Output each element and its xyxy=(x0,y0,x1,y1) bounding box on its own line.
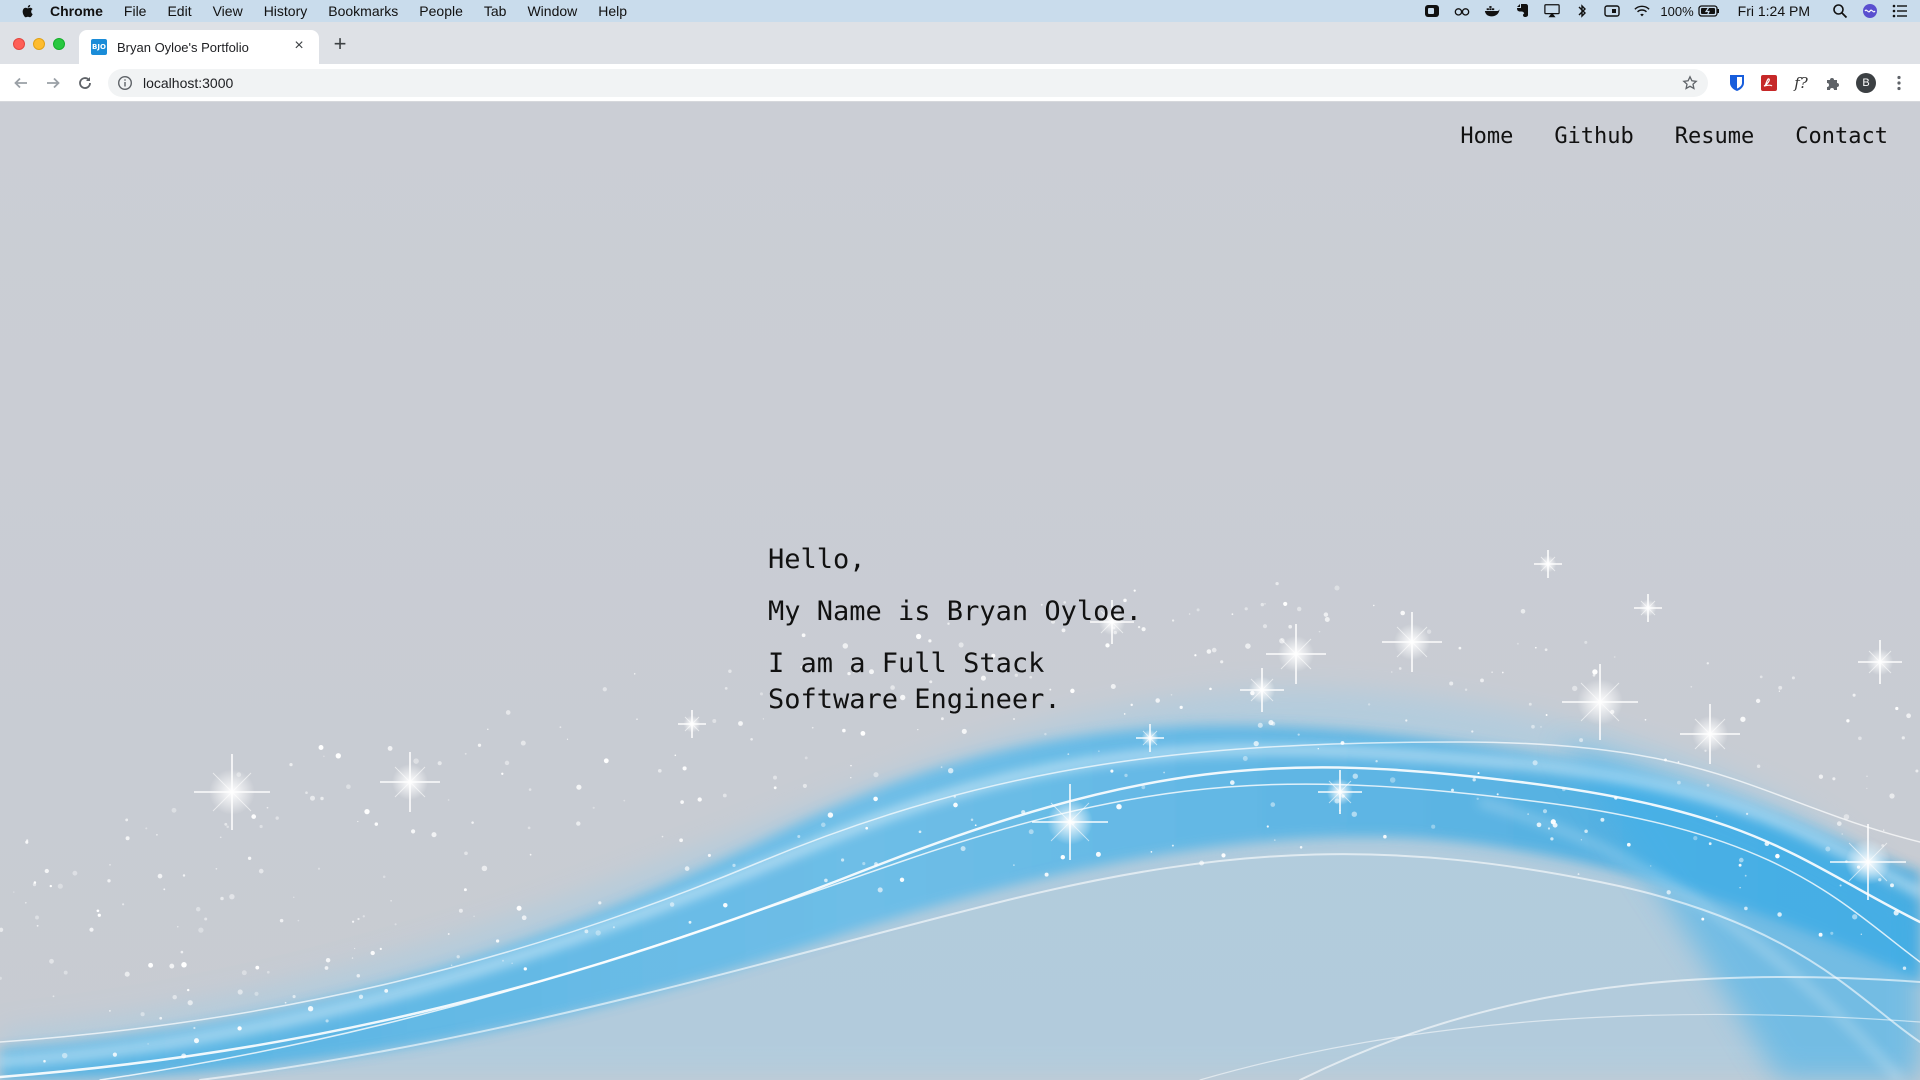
siri-icon[interactable] xyxy=(1862,3,1878,19)
menu-clock[interactable]: Fri 1:24 PM xyxy=(1738,3,1810,19)
bitwarden-extension-icon[interactable] xyxy=(1728,74,1746,92)
bookmark-star-icon[interactable] xyxy=(1682,75,1698,91)
tab-title: Bryan Oyloe's Portfolio xyxy=(117,39,249,55)
nav-link-contact[interactable]: Contact xyxy=(1795,124,1888,149)
reload-button[interactable] xyxy=(75,73,95,93)
arrow-right-icon xyxy=(47,77,60,89)
macos-menu-bar: Chrome File Edit View History Bookmarks … xyxy=(0,0,1920,22)
menu-people[interactable]: People xyxy=(419,3,463,19)
glasses-icon[interactable] xyxy=(1454,3,1470,19)
menu-tab[interactable]: Tab xyxy=(484,3,507,19)
menu-window[interactable]: Window xyxy=(527,3,577,19)
nav-link-home[interactable]: Home xyxy=(1460,124,1513,149)
menu-bookmarks[interactable]: Bookmarks xyxy=(328,3,398,19)
back-button[interactable] xyxy=(11,73,31,93)
bluetooth-icon[interactable] xyxy=(1574,3,1590,19)
battery-percent: 100% xyxy=(1660,3,1694,19)
site-favicon-icon: BJO xyxy=(91,39,107,55)
site-info-icon[interactable] xyxy=(117,75,133,91)
forward-button[interactable] xyxy=(43,73,63,93)
window-close-button[interactable] xyxy=(13,38,25,50)
url-text[interactable]: localhost:3000 xyxy=(143,75,233,91)
browser-tab-strip: BJO Bryan Oyloe's Portfolio × + xyxy=(0,22,1920,64)
apple-icon[interactable] xyxy=(20,3,36,19)
wifi-icon[interactable] xyxy=(1634,3,1650,19)
menu-app-name[interactable]: Chrome xyxy=(50,3,103,19)
browser-tab-active[interactable]: BJO Bryan Oyloe's Portfolio × xyxy=(79,30,319,64)
battery-icon[interactable] xyxy=(1697,3,1720,19)
new-tab-button[interactable]: + xyxy=(330,33,350,55)
portfolio-page: Home Github Resume Contact Hello, My Nam… xyxy=(0,102,1920,1080)
sparkle-wave-background xyxy=(0,102,1920,1080)
menu-history[interactable]: History xyxy=(264,3,308,19)
window-minimize-button[interactable] xyxy=(33,38,45,50)
hero-name: My Name is Bryan Oyloe. xyxy=(768,596,1142,627)
spotlight-search-icon[interactable] xyxy=(1832,3,1848,19)
menu-help[interactable]: Help xyxy=(598,3,627,19)
nav-link-resume[interactable]: Resume xyxy=(1675,124,1754,149)
reload-icon xyxy=(79,77,91,89)
fx-extension-icon[interactable]: f? xyxy=(1792,74,1810,92)
window-maximize-button[interactable] xyxy=(53,38,65,50)
extensions-puzzle-icon[interactable] xyxy=(1824,74,1842,92)
display-icon[interactable] xyxy=(1604,3,1621,19)
menu-edit[interactable]: Edit xyxy=(167,3,191,19)
nav-link-github[interactable]: Github xyxy=(1554,124,1633,149)
tab-close-icon[interactable]: × xyxy=(291,38,307,54)
hero-role: I am a Full Stack Software Engineer. xyxy=(768,648,1061,715)
site-navigation: Home Github Resume Contact xyxy=(1419,124,1888,149)
hero-greeting: Hello, xyxy=(768,544,866,575)
arrow-left-icon xyxy=(14,77,27,89)
menu-file[interactable]: File xyxy=(124,3,147,19)
menu-view[interactable]: View xyxy=(213,3,243,19)
profile-avatar[interactable]: B xyxy=(1856,73,1876,93)
evernote-icon[interactable] xyxy=(1514,3,1530,19)
browser-toolbar: localhost:3000 f? B xyxy=(0,64,1920,102)
pdf-extension-icon[interactable] xyxy=(1760,74,1778,92)
notification-center-icon[interactable] xyxy=(1892,3,1908,19)
docker-icon[interactable] xyxy=(1484,3,1500,19)
browser-menu-icon[interactable] xyxy=(1890,74,1908,92)
address-bar[interactable]: localhost:3000 xyxy=(108,69,1708,97)
airplay-icon[interactable] xyxy=(1544,3,1561,19)
zoom-icon[interactable] xyxy=(1424,3,1440,19)
